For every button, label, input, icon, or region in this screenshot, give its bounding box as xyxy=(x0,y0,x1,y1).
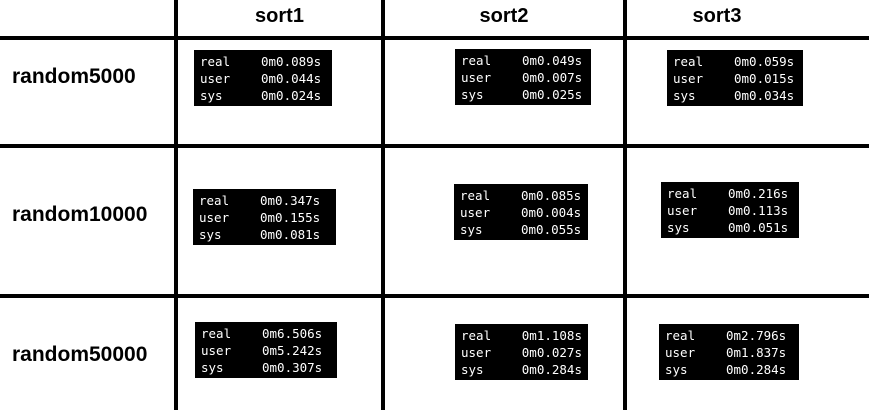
real-value: 0m0.059s xyxy=(734,54,795,69)
sys-value: 0m0.025s xyxy=(522,87,583,102)
sys-label: sys xyxy=(461,87,484,102)
time-output-box: real 0m0.049s user 0m0.007s sys 0m0.025s xyxy=(455,49,591,105)
user-label: user xyxy=(199,210,230,225)
real-value: 0m1.108s xyxy=(521,328,582,343)
sys-value: 0m0.081s xyxy=(260,227,321,242)
user-value: 0m5.242s xyxy=(262,343,323,358)
sys-label: sys xyxy=(201,360,224,375)
sys-label: sys xyxy=(460,222,483,237)
user-value: 0m0.004s xyxy=(521,205,582,220)
sys-value: 0m0.034s xyxy=(734,88,795,103)
column-divider xyxy=(174,0,178,410)
sys-value: 0m0.284s xyxy=(521,362,582,377)
real-label: real xyxy=(667,186,698,201)
real-value: 0m0.216s xyxy=(728,186,789,201)
real-value: 0m0.347s xyxy=(260,193,321,208)
row-divider xyxy=(0,294,869,298)
user-label: user xyxy=(673,71,704,86)
real-value: 0m0.085s xyxy=(521,188,582,203)
time-output-box: real 0m2.796s user 0m1.837s sys 0m0.284s xyxy=(659,324,799,380)
time-output-box: real 0m0.216s user 0m0.113s sys 0m0.051s xyxy=(661,182,799,238)
time-output-box: real 0m0.089s user 0m0.044s sys 0m0.024s xyxy=(194,50,332,106)
user-value: 0m0.015s xyxy=(734,71,795,86)
user-label: user xyxy=(200,71,231,86)
sys-value: 0m0.307s xyxy=(262,360,323,375)
sys-value: 0m0.024s xyxy=(261,88,322,103)
user-label: user xyxy=(667,203,698,218)
column-header-sort2: sort2 xyxy=(479,5,529,27)
real-label: real xyxy=(460,188,491,203)
real-label: real xyxy=(200,54,231,69)
user-value: 0m1.837s xyxy=(726,345,787,360)
row-divider xyxy=(0,36,869,40)
real-label: real xyxy=(665,328,696,343)
real-label: real xyxy=(673,54,704,69)
sys-label: sys xyxy=(199,227,222,242)
time-output-box: real 0m6.506s user 0m5.242s sys 0m0.307s xyxy=(195,322,337,378)
sys-value: 0m0.051s xyxy=(728,220,789,235)
row-header-random5000: random5000 xyxy=(12,65,136,88)
column-header-sort3: sort3 xyxy=(692,5,742,27)
real-value: 0m6.506s xyxy=(262,326,323,341)
time-output-box: real 0m0.059s user 0m0.015s sys 0m0.034s xyxy=(667,50,803,106)
user-value: 0m0.027s xyxy=(521,345,582,360)
sys-label: sys xyxy=(665,362,688,377)
user-value: 0m0.044s xyxy=(261,71,322,86)
column-divider xyxy=(623,0,627,410)
real-label: real xyxy=(461,328,492,343)
real-label: real xyxy=(201,326,232,341)
real-value: 0m2.796s xyxy=(726,328,787,343)
user-label: user xyxy=(460,205,491,220)
real-label: real xyxy=(461,53,492,68)
user-label: user xyxy=(461,70,492,85)
time-output-box: real 0m0.347s user 0m0.155s sys 0m0.081s xyxy=(193,189,336,245)
row-divider xyxy=(0,144,869,148)
user-value: 0m0.155s xyxy=(260,210,321,225)
time-output-box: real 0m0.085s user 0m0.004s sys 0m0.055s xyxy=(454,184,588,240)
column-divider xyxy=(381,0,385,410)
row-header-random50000: random50000 xyxy=(12,343,148,366)
sys-value: 0m0.284s xyxy=(726,362,787,377)
real-value: 0m0.049s xyxy=(522,53,583,68)
user-label: user xyxy=(665,345,696,360)
row-header-random10000: random10000 xyxy=(12,203,148,226)
column-header-sort1: sort1 xyxy=(255,5,304,27)
sys-label: sys xyxy=(673,88,696,103)
user-label: user xyxy=(461,345,492,360)
sys-label: sys xyxy=(461,362,484,377)
user-value: 0m0.007s xyxy=(522,70,583,85)
sys-label: sys xyxy=(200,88,223,103)
real-label: real xyxy=(199,193,230,208)
sys-label: sys xyxy=(667,220,690,235)
user-value: 0m0.113s xyxy=(728,203,789,218)
real-value: 0m0.089s xyxy=(261,54,322,69)
user-label: user xyxy=(201,343,232,358)
sys-value: 0m0.055s xyxy=(521,222,582,237)
time-output-box: real 0m1.108s user 0m0.027s sys 0m0.284s xyxy=(455,324,588,380)
